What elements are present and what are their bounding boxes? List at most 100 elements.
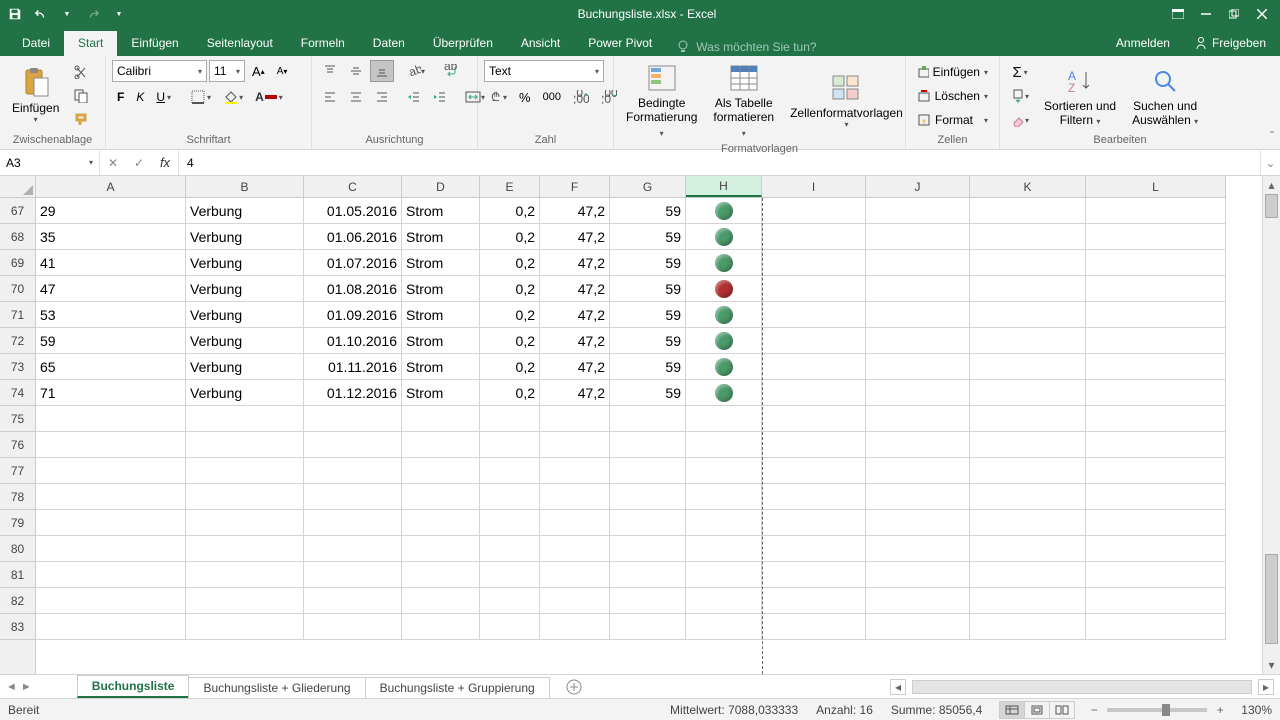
italic-button[interactable]: K [131,86,149,108]
zoom-slider[interactable] [1107,708,1207,712]
cell[interactable] [540,406,610,432]
cell[interactable] [402,614,480,640]
cell[interactable] [686,536,762,562]
cell[interactable] [686,380,762,406]
cell[interactable] [970,484,1086,510]
cell[interactable] [762,224,866,250]
hscroll-right-button[interactable]: ▸ [1258,679,1274,695]
cell[interactable] [866,614,970,640]
cell[interactable]: 01.09.2016 [304,302,402,328]
cell[interactable] [970,302,1086,328]
expand-formula-bar-button[interactable]: ⌄ [1260,150,1280,175]
conditional-formatting-button[interactable]: Bedingte Formatierung ▾ [620,60,703,141]
cell[interactable] [970,432,1086,458]
cell[interactable] [1086,588,1226,614]
cell[interactable] [762,380,866,406]
scroll-up-button[interactable]: ▴ [1263,176,1280,194]
borders-button[interactable]: ▾ [186,86,216,108]
paste-button[interactable]: Einfügen ▾ [6,65,65,127]
cell[interactable] [866,458,970,484]
row-header-80[interactable]: 80 [0,536,35,562]
row-header-76[interactable]: 76 [0,432,35,458]
orientation-button[interactable]: ab▾ [402,60,430,82]
cell[interactable] [970,458,1086,484]
cell[interactable] [866,432,970,458]
cell[interactable] [540,432,610,458]
cell[interactable]: 47,2 [540,328,610,354]
cell[interactable] [686,432,762,458]
cell[interactable] [762,328,866,354]
cell[interactable]: 0,2 [480,198,540,224]
cell[interactable] [610,536,686,562]
col-header-K[interactable]: K [970,176,1086,197]
cell[interactable] [970,614,1086,640]
cell[interactable]: Verbung [186,250,304,276]
cell[interactable] [762,432,866,458]
cell[interactable] [866,536,970,562]
align-top-button[interactable] [318,60,342,82]
font-name-dropdown[interactable]: Calibri▾ [112,60,207,82]
cell[interactable] [304,510,402,536]
cell[interactable]: 47,2 [540,354,610,380]
page-layout-view-button[interactable] [1024,701,1050,719]
cell[interactable] [686,328,762,354]
sheet-prev-button[interactable]: ◄ [6,681,17,693]
row-header-83[interactable]: 83 [0,614,35,640]
row-header-75[interactable]: 75 [0,406,35,432]
col-header-H[interactable]: H [686,176,762,197]
cell[interactable] [686,562,762,588]
cell[interactable] [866,406,970,432]
cell[interactable]: Verbung [186,198,304,224]
cell[interactable] [304,614,402,640]
cell[interactable] [1086,328,1226,354]
cell[interactable] [686,224,762,250]
col-header-A[interactable]: A [36,176,186,197]
fill-button[interactable]: ▾ [1006,85,1034,107]
ribbon-tab-power pivot[interactable]: Power Pivot [574,31,666,56]
col-header-C[interactable]: C [304,176,402,197]
row-header-68[interactable]: 68 [0,224,35,250]
cell[interactable]: 59 [610,302,686,328]
cell[interactable] [304,406,402,432]
cell[interactable] [186,588,304,614]
close-button[interactable] [1248,3,1276,25]
name-box[interactable]: ▾ [0,150,100,175]
cell[interactable]: Strom [402,302,480,328]
cell[interactable] [866,510,970,536]
col-header-I[interactable]: I [762,176,866,197]
cell[interactable]: Strom [402,276,480,302]
save-button[interactable] [4,3,26,25]
cell[interactable] [1086,276,1226,302]
cell[interactable] [186,484,304,510]
zoom-in-button[interactable]: + [1213,703,1227,717]
cell[interactable]: 47,2 [540,380,610,406]
cell[interactable] [480,614,540,640]
cell[interactable] [610,406,686,432]
row-header-78[interactable]: 78 [0,484,35,510]
cell[interactable] [866,276,970,302]
cell[interactable] [540,588,610,614]
cell[interactable] [36,484,186,510]
cell[interactable] [610,510,686,536]
cell[interactable]: 0,2 [480,302,540,328]
cells-area[interactable]: 29Verbung01.05.2016Strom0,247,25935Verbu… [36,198,1262,674]
ribbon-tab-überprüfen[interactable]: Überprüfen [419,31,507,56]
cell[interactable] [970,510,1086,536]
cell[interactable]: Verbung [186,354,304,380]
cell[interactable] [1086,302,1226,328]
col-header-J[interactable]: J [866,176,970,197]
cell[interactable]: 0,2 [480,276,540,302]
cell[interactable] [610,484,686,510]
cell[interactable] [686,614,762,640]
cell[interactable] [762,198,866,224]
cell[interactable] [1086,354,1226,380]
cell[interactable]: Verbung [186,380,304,406]
cell[interactable] [1086,198,1226,224]
cell[interactable] [480,536,540,562]
cell[interactable] [186,536,304,562]
cell[interactable] [762,510,866,536]
cell[interactable]: 01.06.2016 [304,224,402,250]
cell[interactable] [1086,458,1226,484]
cell[interactable]: 0,2 [480,354,540,380]
normal-view-button[interactable] [999,701,1025,719]
